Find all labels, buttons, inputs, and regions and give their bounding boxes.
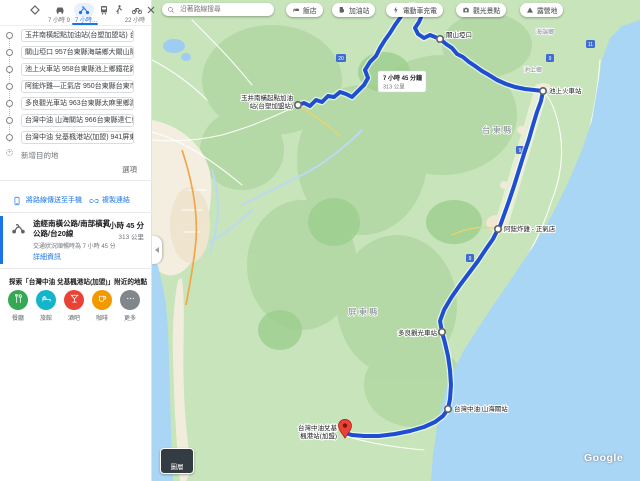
waypoint-dot bbox=[6, 49, 13, 56]
cocktail-icon bbox=[69, 291, 80, 309]
camera-icon bbox=[462, 6, 470, 14]
waypoint-field-4[interactable]: 阿鋐炸雞—正氣店 950台東縣台東市正氣路 bbox=[21, 80, 134, 93]
waypoint-dot bbox=[6, 134, 13, 141]
waypoint-dot bbox=[6, 117, 13, 124]
copy-link-button[interactable]: 複製連結 bbox=[102, 195, 130, 205]
waypoint-dot bbox=[6, 32, 13, 39]
svg-text:池上火車站: 池上火車站 bbox=[549, 86, 582, 95]
search-icon bbox=[167, 6, 175, 14]
filter-hotels[interactable]: 飯店 bbox=[286, 3, 323, 17]
category-coffee[interactable]: 咖啡 bbox=[88, 290, 116, 322]
route-duration: 7 小時 45 分 bbox=[103, 220, 144, 231]
filter-attractions[interactable]: 觀光景點 bbox=[456, 3, 506, 17]
waypoint-dot bbox=[6, 66, 13, 73]
bicycle-duration: 22 小時 bbox=[120, 15, 150, 24]
selected-mode-indicator bbox=[72, 23, 98, 25]
chevron-left-icon bbox=[155, 247, 159, 253]
category-more[interactable]: 更多 bbox=[116, 290, 144, 322]
copy-link-icon bbox=[89, 193, 99, 203]
filter-gas-stations[interactable]: 加油站 bbox=[332, 3, 375, 17]
filter-campgrounds[interactable]: 露營地 bbox=[520, 3, 563, 17]
svg-text:11: 11 bbox=[588, 42, 593, 48]
svg-text:關山埡口: 關山埡口 bbox=[446, 30, 472, 39]
route-motorcycle-icon bbox=[11, 221, 26, 236]
category-restaurants[interactable]: 餐廳 bbox=[4, 290, 32, 322]
route-distance: 313 公里 bbox=[118, 231, 144, 241]
svg-text:台灣中油兌基: 台灣中油兌基 bbox=[298, 423, 338, 432]
svg-text:7 小時 45 分鐘: 7 小時 45 分鐘 bbox=[383, 74, 422, 82]
best-route-icon[interactable] bbox=[28, 3, 42, 17]
category-bars[interactable]: 酒吧 bbox=[60, 290, 88, 322]
bed-icon bbox=[292, 6, 300, 14]
route-traffic-note: 交通狀況順暢時為 7 小時 45 分 bbox=[33, 241, 148, 250]
collapse-panel-button[interactable] bbox=[152, 236, 162, 264]
ev-charging-icon bbox=[392, 6, 400, 14]
waypoint-dot bbox=[6, 83, 13, 90]
route-title[interactable]: 途經南橫公路/南部橫貫公路/台20線 bbox=[33, 219, 113, 238]
svg-text:9: 9 bbox=[469, 256, 472, 262]
waypoint-field-1[interactable]: 玉井南橫起點加油站(台塑加盟站) 台南市玉井區 bbox=[21, 29, 134, 42]
svg-text:20: 20 bbox=[338, 56, 344, 62]
svg-text:海端鄉: 海端鄉 bbox=[536, 28, 554, 36]
restaurant-icon bbox=[13, 291, 24, 309]
waypoint-field-6[interactable]: 台灣中油 山海關站 966台東縣達仁鄉南迴公路 bbox=[21, 114, 134, 127]
more-icon bbox=[125, 291, 136, 309]
divider bbox=[0, 268, 152, 269]
fuel-icon bbox=[338, 6, 346, 14]
svg-text:池上鄉: 池上鄉 bbox=[524, 66, 542, 74]
divider bbox=[0, 180, 152, 181]
svg-text:台東縣: 台東縣 bbox=[482, 125, 514, 135]
waypoint-field-5[interactable]: 多良觀光車站 963台東縣太麻里鄉瀧溪村 bbox=[21, 97, 134, 110]
route-options-button[interactable]: 選項 bbox=[122, 164, 137, 175]
svg-text:多良觀光車站: 多良觀光車站 bbox=[398, 328, 438, 337]
route-details-link[interactable]: 詳細資訊 bbox=[33, 252, 61, 262]
map-canvas[interactable]: 20 9 11 9 9 玉井南橫起點加油 站(台塑加盟站) 關山埡口 池上火車站… bbox=[152, 0, 640, 481]
google-logo: Google bbox=[584, 452, 623, 464]
layers-control[interactable]: 圖層 bbox=[160, 448, 194, 474]
hotel-icon bbox=[41, 291, 52, 309]
svg-text:313 公里: 313 公里 bbox=[383, 84, 405, 91]
svg-text:楓港站(加盟): 楓港站(加盟) bbox=[300, 431, 337, 440]
tent-icon bbox=[526, 6, 534, 14]
send-to-phone-link[interactable]: 將路線傳送至手機 bbox=[26, 195, 82, 205]
send-to-phone-icon bbox=[12, 193, 22, 203]
divider bbox=[0, 212, 152, 213]
search-input[interactable] bbox=[178, 5, 268, 14]
svg-text:台灣中油 山海關站: 台灣中油 山海關站 bbox=[454, 404, 508, 413]
svg-text:屏東縣: 屏東縣 bbox=[348, 307, 380, 317]
waypoint-dot bbox=[6, 100, 13, 107]
search-along-route[interactable] bbox=[162, 3, 274, 16]
filter-ev-charging[interactable]: 電動車充電 bbox=[386, 3, 443, 17]
svg-text:9: 9 bbox=[549, 56, 552, 62]
travel-mode-bar: 7 小時 9 7 小時... 22 小時 bbox=[0, 0, 152, 26]
waypoint-field-2[interactable]: 關山埡口 957台東縣海端鄉大關山隧道0K bbox=[21, 46, 134, 59]
map-graphics: 20 9 11 9 9 玉井南橫起點加油 站(台塑加盟站) 關山埡口 池上火車站… bbox=[152, 0, 640, 481]
svg-text:站(台塑加盟站): 站(台塑加盟站) bbox=[250, 101, 293, 110]
nearby-categories: 餐廳 旅館 酒吧 咖啡 更多 bbox=[4, 290, 144, 322]
coffee-icon bbox=[97, 291, 108, 309]
explore-heading: 探索「台灣中油 兌基楓港站(加盟)」附近的地點 bbox=[9, 276, 147, 286]
svg-text:阿鋐炸雞 - 正氣店: 阿鋐炸雞 - 正氣店 bbox=[504, 224, 556, 233]
add-destination-icon: + bbox=[6, 149, 13, 156]
waypoint-field-7[interactable]: 台灣中油 兌基楓港站(加盟) 941屏東縣枋山鄉 bbox=[21, 131, 134, 144]
waypoint-field-3[interactable]: 池上火車站 958台東縣池上鄉鐵花路30號 bbox=[21, 63, 134, 76]
route-tooltip: 7 小時 45 分鐘 313 公里 bbox=[378, 71, 426, 92]
add-destination-button[interactable]: 新增目的地 bbox=[21, 150, 59, 161]
svg-text:玉井南橫起點加油: 玉井南橫起點加油 bbox=[241, 93, 293, 102]
directions-panel: 7 小時 9 7 小時... 22 小時 玉井南橫起點加油站(台塑加盟站) 台南… bbox=[0, 0, 152, 481]
selected-route-bar bbox=[0, 216, 3, 264]
category-hotels[interactable]: 旅館 bbox=[32, 290, 60, 322]
